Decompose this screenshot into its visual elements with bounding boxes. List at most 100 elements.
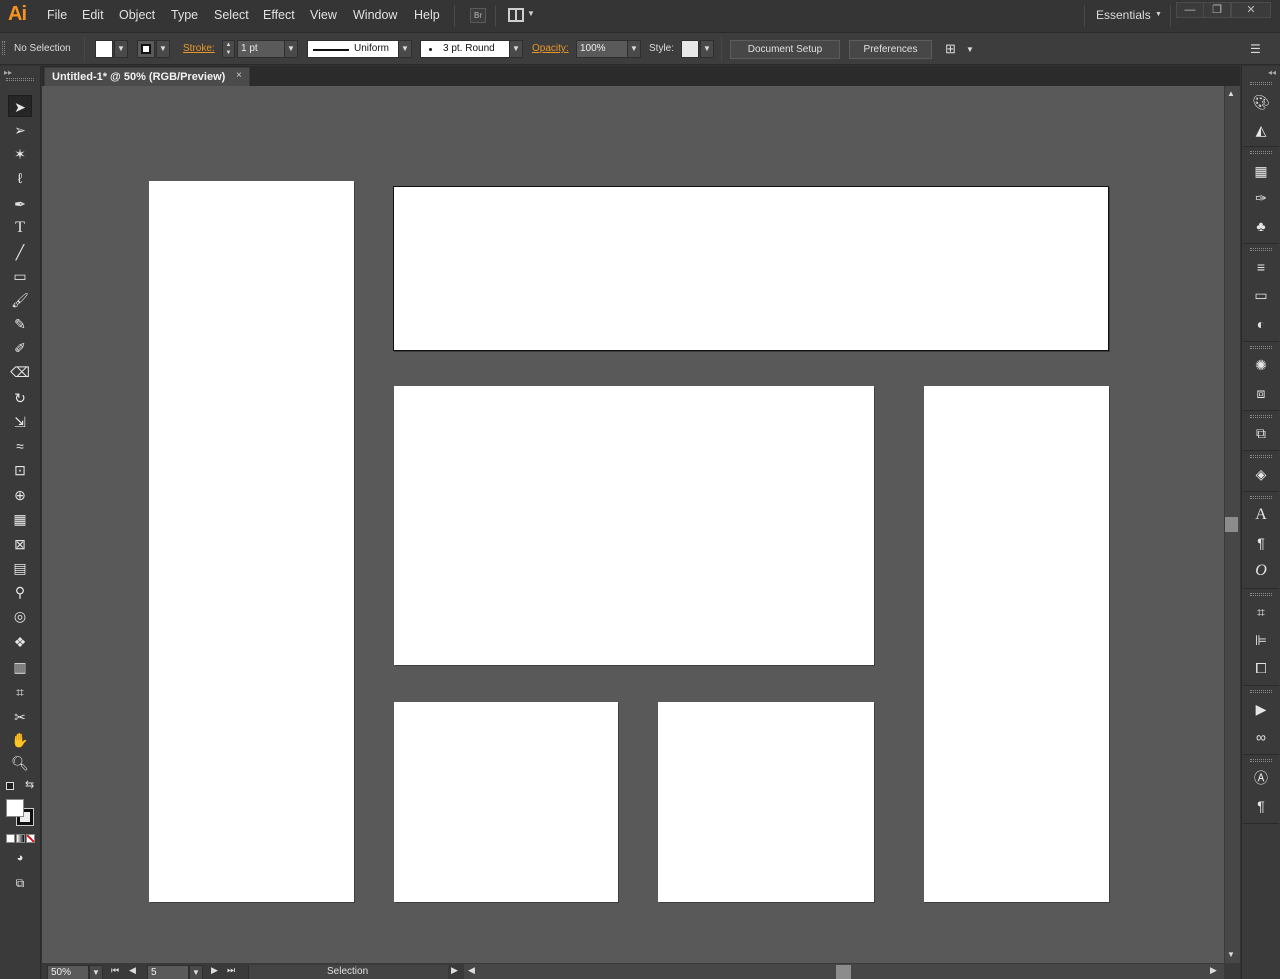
scale-tool-icon[interactable]: ⇲ xyxy=(8,411,32,433)
character-panel-icon[interactable]: A xyxy=(1250,504,1272,526)
warp-tool-icon[interactable]: ≈ xyxy=(8,435,32,457)
brush-dropdown[interactable]: ▼ xyxy=(509,40,523,58)
bridge-button[interactable]: Br xyxy=(470,8,486,23)
menu-effect[interactable]: Effect xyxy=(263,8,295,22)
artboard-5[interactable] xyxy=(394,702,618,902)
scroll-right-icon[interactable]: ▶ xyxy=(1210,965,1217,976)
symbols-panel-icon[interactable]: ♣ xyxy=(1250,215,1272,237)
hand-tool-icon[interactable]: ✋ xyxy=(8,729,32,751)
dock-grip[interactable] xyxy=(1250,690,1272,693)
gradient-mode-icon[interactable] xyxy=(16,834,25,843)
fill-swatch[interactable] xyxy=(95,40,113,58)
stroke-weight-stepper[interactable]: ▲ ▼ xyxy=(222,40,235,58)
color-panel-icon[interactable]: 🎨︎ xyxy=(1250,91,1272,113)
dock-grip[interactable] xyxy=(1250,415,1272,418)
artboard-6[interactable] xyxy=(658,702,874,902)
workspace-switcher[interactable]: Essentials xyxy=(1096,8,1151,22)
variable-width-profile[interactable]: Uniform xyxy=(307,40,399,58)
dock-grip[interactable] xyxy=(1250,82,1272,85)
line-segment-tool-icon[interactable]: ╱ xyxy=(8,241,32,263)
mesh-tool-icon[interactable]: ⊠ xyxy=(8,533,32,555)
menu-view[interactable]: View xyxy=(310,8,337,22)
swatches-panel-icon[interactable]: ▦ xyxy=(1250,160,1272,182)
restore-button[interactable]: ❐ xyxy=(1203,2,1231,18)
status-menu-icon[interactable]: ▶ xyxy=(451,965,458,976)
graphic-style-swatch[interactable] xyxy=(681,40,699,58)
pen-tool-icon[interactable]: ✒ xyxy=(8,193,32,215)
stroke-swatch[interactable] xyxy=(137,40,155,58)
chevron-down-icon[interactable]: ▼ xyxy=(527,9,535,18)
zoom-tool-icon[interactable]: 🔍︎ xyxy=(8,752,32,774)
free-transform-tool-icon[interactable]: ⊡ xyxy=(8,459,32,481)
artboard-4[interactable] xyxy=(924,386,1109,902)
pathfinder-panel-icon[interactable]: ⧠ xyxy=(1250,657,1272,679)
symbol-sprayer-tool-icon[interactable]: ❖ xyxy=(8,631,32,653)
opacity-label[interactable]: Opacity: xyxy=(532,43,569,54)
none-mode-icon[interactable] xyxy=(26,834,35,843)
fill-color-box[interactable] xyxy=(6,799,24,817)
rectangle-tool-icon[interactable]: ▭ xyxy=(8,265,32,287)
dock-grip[interactable] xyxy=(1250,248,1272,251)
artboard-dropdown[interactable]: ▼ xyxy=(189,965,203,979)
control-bar-grip[interactable] xyxy=(2,41,5,55)
stroke-weight-input[interactable]: 1 pt xyxy=(237,40,285,58)
brushes-panel-icon[interactable]: ✑ xyxy=(1250,187,1272,209)
scroll-down-icon[interactable]: ▼ xyxy=(1227,950,1235,959)
opacity-input[interactable]: 100% xyxy=(576,40,628,58)
arrange-documents-icon[interactable] xyxy=(508,8,524,22)
document-setup-button[interactable]: Document Setup xyxy=(730,40,840,59)
toolbar-grip[interactable] xyxy=(6,78,34,81)
magic-wand-tool-icon[interactable]: ✶ xyxy=(8,143,32,165)
dock-grip[interactable] xyxy=(1250,496,1272,499)
preferences-button[interactable]: Preferences xyxy=(849,40,932,59)
minimize-button[interactable]: — xyxy=(1176,2,1204,18)
canvas[interactable] xyxy=(42,86,1224,963)
artboards-panel-icon[interactable]: ⧉ xyxy=(1250,422,1272,444)
direct-selection-tool-icon[interactable]: ➢ xyxy=(8,119,32,141)
menu-edit[interactable]: Edit xyxy=(82,8,104,22)
links-panel-icon[interactable]: ∞ xyxy=(1250,726,1272,748)
menu-help[interactable]: Help xyxy=(414,8,440,22)
pencil-tool-icon[interactable]: ✎ xyxy=(8,313,32,335)
dock-grip[interactable] xyxy=(1250,151,1272,154)
selection-tool-icon[interactable]: ➤ xyxy=(8,95,32,117)
character-styles-panel-icon[interactable]: Ⓐ xyxy=(1250,767,1272,789)
dock-grip[interactable] xyxy=(1250,593,1272,596)
scroll-up-icon[interactable]: ▲ xyxy=(1227,89,1235,98)
align-panel-icon[interactable]: ⊫ xyxy=(1250,629,1272,651)
fill-dropdown[interactable]: ▼ xyxy=(114,40,128,58)
stroke-label[interactable]: Stroke: xyxy=(183,43,215,54)
shape-builder-tool-icon[interactable]: ⊕ xyxy=(8,484,32,506)
screen-mode-icon[interactable]: ⧉ xyxy=(8,872,32,894)
previous-artboard-icon[interactable]: ◀ xyxy=(129,965,136,976)
menu-object[interactable]: Object xyxy=(119,8,155,22)
dock-grip[interactable] xyxy=(1250,346,1272,349)
gradient-tool-icon[interactable]: ▤ xyxy=(8,557,32,579)
document-tab[interactable]: Untitled-1* @ 50% (RGB/Preview) xyxy=(44,67,250,86)
control-panel-menu-icon[interactable]: ☰ xyxy=(1250,42,1261,56)
profile-dropdown[interactable]: ▼ xyxy=(398,40,412,58)
stroke-weight-dropdown[interactable]: ▼ xyxy=(284,40,298,58)
perspective-grid-tool-icon[interactable]: ▦ xyxy=(8,508,32,530)
slice-tool-icon[interactable]: ✂ xyxy=(8,706,32,728)
status-display[interactable]: Selection xyxy=(248,965,448,979)
zoom-input[interactable]: 50% xyxy=(47,965,89,979)
layers-panel-icon[interactable]: ◈ xyxy=(1250,463,1272,485)
last-artboard-icon[interactable]: ⏭ xyxy=(227,965,235,976)
close-tab-button[interactable]: × xyxy=(236,70,242,81)
dock-grip[interactable] xyxy=(1250,455,1272,458)
paragraph-styles-panel-icon[interactable]: ¶ xyxy=(1250,795,1272,817)
color-guide-panel-icon[interactable]: ◭ xyxy=(1250,119,1272,141)
paintbrush-tool-icon[interactable]: 🖌 xyxy=(8,289,32,311)
transform-panel-icon[interactable]: ⌗ xyxy=(1250,601,1272,623)
stroke-color-dropdown[interactable]: ▼ xyxy=(156,40,170,58)
stroke-panel-icon[interactable]: ≡ xyxy=(1250,256,1272,278)
swap-colors-icon[interactable]: ⇆ xyxy=(25,778,34,791)
lasso-tool-icon[interactable]: ℓ xyxy=(8,167,32,189)
blend-tool-icon[interactable]: ◎ xyxy=(8,605,32,627)
artboard-1[interactable] xyxy=(149,181,354,902)
gradient-panel-icon[interactable]: ▭ xyxy=(1250,284,1272,306)
zoom-dropdown[interactable]: ▼ xyxy=(89,965,103,979)
menu-type[interactable]: Type xyxy=(171,8,198,22)
chevron-down-icon[interactable]: ▼ xyxy=(1155,11,1162,18)
